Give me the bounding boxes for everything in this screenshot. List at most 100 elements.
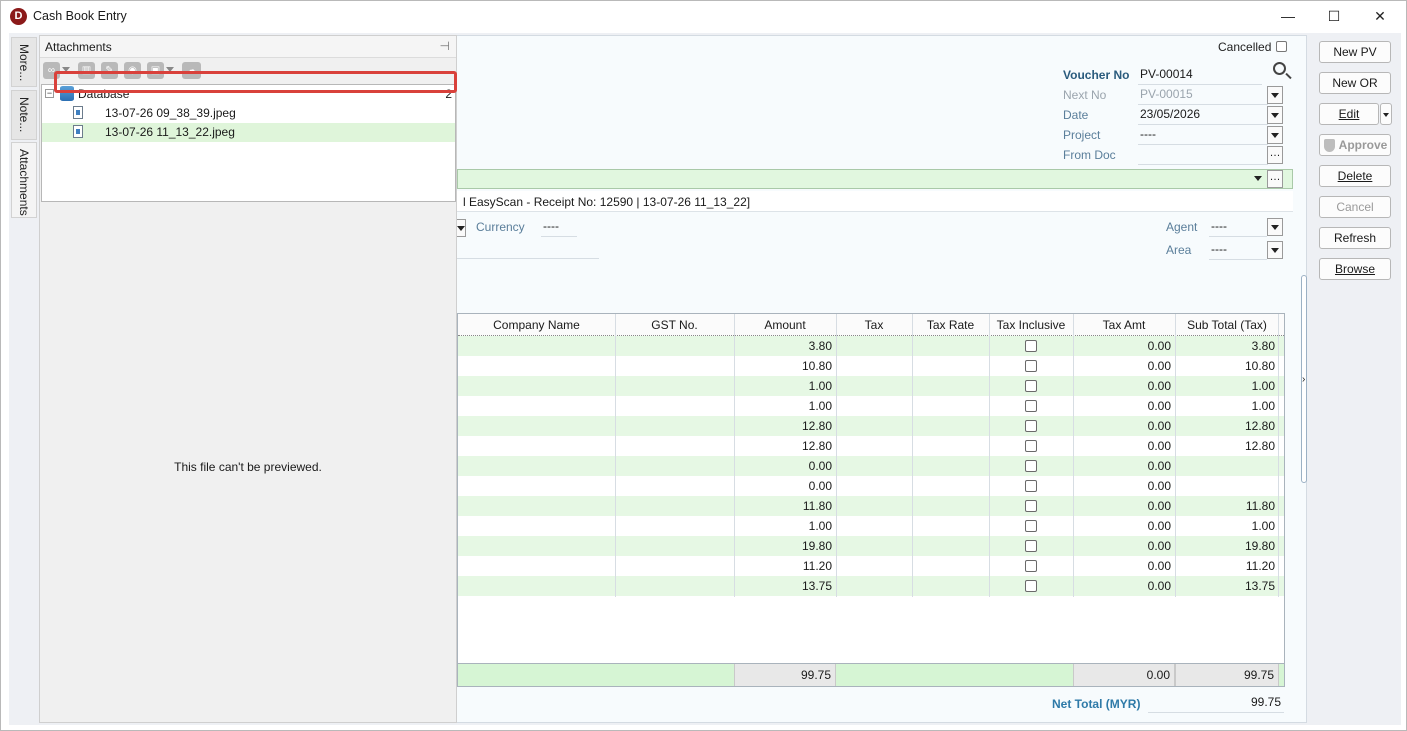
tax-inclusive-checkbox[interactable] — [1025, 540, 1037, 552]
area-field[interactable]: ---- — [1209, 242, 1267, 260]
tax-amt-cell[interactable]: 0.00 — [1073, 559, 1171, 573]
sub-total-cell[interactable]: 1.00 — [1175, 379, 1275, 393]
tax-inclusive-checkbox[interactable] — [1025, 460, 1037, 472]
tab-more[interactable]: More... — [11, 37, 37, 87]
description-field[interactable]: l EasyScan - Receipt No: 12590 | 13-07-2… — [457, 191, 1293, 212]
tax-amt-cell[interactable]: 0.00 — [1073, 479, 1171, 493]
sub-total-cell[interactable]: 13.75 — [1175, 579, 1275, 593]
tax-inclusive-checkbox[interactable] — [1025, 340, 1037, 352]
agent-dropdown[interactable] — [1267, 218, 1283, 236]
table-row[interactable]: 12.80 0.00 12.80 — [458, 436, 1284, 456]
minimize-button[interactable]: — — [1265, 1, 1311, 32]
col-gst-no[interactable]: GST No. — [615, 318, 734, 332]
tax-inclusive-checkbox[interactable] — [1025, 520, 1037, 532]
table-row[interactable]: 11.80 0.00 11.80 — [458, 496, 1284, 516]
tax-amt-cell[interactable]: 0.00 — [1073, 439, 1171, 453]
sub-total-cell[interactable]: 12.80 — [1175, 419, 1275, 433]
col-amount[interactable]: Amount — [734, 318, 836, 332]
project-field[interactable]: ---- — [1138, 127, 1268, 145]
sub-total-cell[interactable]: 3.80 — [1175, 339, 1275, 353]
delete-button[interactable]: Delete — [1319, 165, 1391, 187]
table-row[interactable]: 0.00 0.00 — [458, 476, 1284, 496]
sub-total-cell[interactable]: 10.80 — [1175, 359, 1275, 373]
table-row[interactable]: 10.80 0.00 10.80 — [458, 356, 1284, 376]
tab-note[interactable]: Note... — [11, 90, 37, 140]
tax-inclusive-checkbox[interactable] — [1025, 500, 1037, 512]
date-dropdown[interactable] — [1267, 106, 1283, 124]
tax-amt-cell[interactable]: 0.00 — [1073, 339, 1171, 353]
col-tax-rate[interactable]: Tax Rate — [912, 318, 989, 332]
tax-inclusive-checkbox[interactable] — [1025, 440, 1037, 452]
agent-field[interactable]: ---- — [1209, 219, 1267, 237]
table-row[interactable]: 13.75 0.00 13.75 — [458, 576, 1284, 596]
search-icon[interactable] — [1273, 62, 1286, 75]
tax-amt-cell[interactable]: 0.00 — [1073, 399, 1171, 413]
amount-cell[interactable]: 1.00 — [734, 399, 832, 413]
sub-total-cell[interactable]: 1.00 — [1175, 399, 1275, 413]
tax-amt-cell[interactable]: 0.00 — [1073, 459, 1171, 473]
from-doc-browse-button[interactable]: … — [1267, 146, 1283, 164]
cancelled-checkbox[interactable] — [1276, 41, 1287, 52]
currency-field[interactable]: ---- — [541, 219, 577, 237]
tax-amt-cell[interactable]: 0.00 — [1073, 579, 1171, 593]
amount-cell[interactable]: 19.80 — [734, 539, 832, 553]
payee-selector[interactable] — [457, 169, 1293, 189]
amount-cell[interactable]: 1.00 — [734, 519, 832, 533]
tax-amt-cell[interactable]: 0.00 — [1073, 359, 1171, 373]
table-row[interactable]: 1.00 0.00 1.00 — [458, 396, 1284, 416]
amount-cell[interactable]: 11.20 — [734, 559, 832, 573]
tax-amt-cell[interactable]: 0.00 — [1073, 519, 1171, 533]
table-row[interactable]: 3.80 0.00 3.80 — [458, 336, 1284, 356]
col-tax-inclusive[interactable]: Tax Inclusive — [989, 318, 1073, 332]
amount-cell[interactable]: 0.00 — [734, 479, 832, 493]
edit-button[interactable]: Edit — [1319, 103, 1379, 125]
tax-inclusive-checkbox[interactable] — [1025, 400, 1037, 412]
sub-total-cell[interactable]: 1.00 — [1175, 519, 1275, 533]
table-row[interactable]: 0.00 0.00 — [458, 456, 1284, 476]
amount-cell[interactable]: 10.80 — [734, 359, 832, 373]
amount-cell[interactable]: 11.80 — [734, 499, 832, 513]
payee-browse-button[interactable]: … — [1267, 170, 1283, 188]
refresh-button[interactable]: Refresh — [1319, 227, 1391, 249]
collapse-icon[interactable]: − — [45, 89, 54, 98]
date-field[interactable]: 23/05/2026 — [1138, 107, 1268, 125]
close-button[interactable]: ✕ — [1357, 1, 1403, 32]
col-sub-total[interactable]: Sub Total (Tax) — [1175, 318, 1279, 332]
tab-attachments[interactable]: Attachments — [11, 142, 37, 218]
col-tax[interactable]: Tax — [836, 318, 912, 332]
new-or-button[interactable]: New OR — [1319, 72, 1391, 94]
pin-icon[interactable]: ⊣ — [440, 39, 450, 53]
tax-amt-cell[interactable]: 0.00 — [1073, 499, 1171, 513]
amount-cell[interactable]: 12.80 — [734, 419, 832, 433]
next-no-field[interactable]: PV-00015 — [1138, 87, 1268, 105]
expand-arrow-icon[interactable]: › — [1302, 374, 1305, 385]
tax-inclusive-checkbox[interactable] — [1025, 480, 1037, 492]
amount-cell[interactable]: 0.00 — [734, 459, 832, 473]
tax-inclusive-checkbox[interactable] — [1025, 560, 1037, 572]
tax-inclusive-checkbox[interactable] — [1025, 420, 1037, 432]
new-pv-button[interactable]: New PV — [1319, 41, 1391, 63]
tree-item-file[interactable]: 13-07-26 09_38_39.jpeg — [42, 104, 455, 123]
table-row[interactable]: 1.00 0.00 1.00 — [458, 376, 1284, 396]
project-dropdown[interactable] — [1267, 126, 1283, 144]
area-dropdown[interactable] — [1267, 241, 1283, 259]
table-row[interactable]: 19.80 0.00 19.80 — [458, 536, 1284, 556]
payee-dropdown[interactable] — [1251, 170, 1267, 188]
amount-cell[interactable]: 13.75 — [734, 579, 832, 593]
tax-inclusive-checkbox[interactable] — [1025, 380, 1037, 392]
voucher-no-field[interactable]: PV-00014 — [1138, 67, 1262, 85]
sub-total-cell[interactable]: 12.80 — [1175, 439, 1275, 453]
amount-cell[interactable]: 1.00 — [734, 379, 832, 393]
amount-cell[interactable]: 12.80 — [734, 439, 832, 453]
sub-total-cell[interactable]: 11.20 — [1175, 559, 1275, 573]
cancel-button[interactable]: Cancel — [1319, 196, 1391, 218]
tax-amt-cell[interactable]: 0.00 — [1073, 419, 1171, 433]
col-tax-amt[interactable]: Tax Amt — [1073, 318, 1175, 332]
sub-total-cell[interactable]: 11.80 — [1175, 499, 1275, 513]
amount-cell[interactable]: 3.80 — [734, 339, 832, 353]
tree-item-file-selected[interactable]: 13-07-26 11_13_22.jpeg — [42, 123, 455, 142]
table-row[interactable]: 11.20 0.00 11.20 — [458, 556, 1284, 576]
from-doc-field[interactable] — [1138, 147, 1268, 165]
table-row[interactable]: 12.80 0.00 12.80 — [458, 416, 1284, 436]
sub-total-cell[interactable]: 19.80 — [1175, 539, 1275, 553]
